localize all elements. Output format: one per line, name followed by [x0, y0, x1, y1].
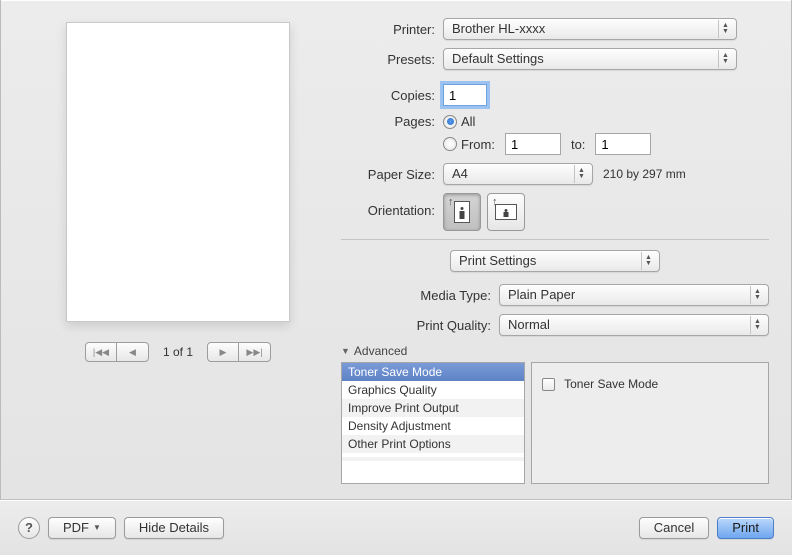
- advanced-list-item[interactable]: Toner Save Mode: [342, 363, 524, 381]
- updown-icon: ▲▼: [574, 165, 588, 183]
- advanced-list-item[interactable]: Other Print Options: [342, 435, 524, 453]
- pages-from-input[interactable]: [505, 133, 561, 155]
- form-column: Printer: Brother HL-xxxx ▲▼ Presets: Def…: [333, 18, 769, 470]
- tonersave-checkbox[interactable]: [542, 378, 555, 391]
- pager-last-button[interactable]: ▶▶|: [239, 342, 271, 362]
- advanced-list-item[interactable]: Improve Print Output: [342, 399, 524, 417]
- pager: |◀◀ ◀ 1 of 1 ▶ ▶▶|: [85, 342, 271, 362]
- presets-select[interactable]: Default Settings ▲▼: [443, 48, 737, 70]
- pages-from-label: From:: [461, 137, 495, 152]
- pager-prev-button[interactable]: ◀: [117, 342, 149, 362]
- updown-icon: ▲▼: [718, 50, 732, 68]
- pdf-menu-button[interactable]: PDF ▼: [48, 517, 116, 539]
- disclosure-triangle-icon: ▼: [341, 346, 350, 356]
- pdf-label: PDF: [63, 520, 89, 535]
- pager-back-group: |◀◀ ◀: [85, 342, 149, 362]
- help-button[interactable]: ?: [18, 517, 40, 539]
- copies-label: Copies:: [341, 88, 435, 103]
- divider: [341, 239, 769, 240]
- paper-dims: 210 by 297 mm: [603, 167, 686, 181]
- advanced-list-item[interactable]: Graphics Quality: [342, 381, 524, 399]
- pager-first-button[interactable]: |◀◀: [85, 342, 117, 362]
- advanced-list-item: [342, 461, 524, 465]
- page-preview: [66, 22, 290, 322]
- updown-icon: ▲▼: [641, 252, 655, 270]
- pages-all-label: All: [461, 114, 475, 129]
- pages-all-radio[interactable]: [443, 115, 457, 129]
- print-dialog: |◀◀ ◀ 1 of 1 ▶ ▶▶| Printer: Brother HL-x…: [0, 0, 792, 555]
- mediatype-value: Plain Paper: [508, 287, 575, 302]
- updown-icon: ▲▼: [750, 316, 764, 334]
- pages-to-input[interactable]: [595, 133, 651, 155]
- orientation-landscape-button[interactable]: ↑: [487, 193, 525, 231]
- cancel-button[interactable]: Cancel: [639, 517, 709, 539]
- orientation-portrait-button[interactable]: ↑: [443, 193, 481, 231]
- pager-fwd-group: ▶ ▶▶|: [207, 342, 271, 362]
- print-button[interactable]: Print: [717, 517, 774, 539]
- copies-input[interactable]: [443, 84, 487, 106]
- advanced-area: Toner Save Mode Graphics Quality Improve…: [341, 362, 769, 484]
- printer-value: Brother HL-xxxx: [452, 21, 545, 36]
- tonersave-checkbox-label: Toner Save Mode: [564, 377, 658, 391]
- up-arrow-icon: ↑: [448, 196, 454, 208]
- section-select[interactable]: Print Settings ▲▼: [450, 250, 660, 272]
- section-value: Print Settings: [459, 253, 536, 268]
- printer-select[interactable]: Brother HL-xxxx ▲▼: [443, 18, 737, 40]
- presets-label: Presets:: [341, 52, 435, 67]
- print-label: Print: [732, 520, 759, 535]
- printquality-value: Normal: [508, 317, 550, 332]
- advanced-list-item[interactable]: Density Adjustment: [342, 417, 524, 435]
- pages-label: Pages:: [341, 114, 435, 129]
- landscape-icon: [495, 204, 517, 220]
- pager-label: 1 of 1: [163, 345, 193, 359]
- papersize-select[interactable]: A4 ▲▼: [443, 163, 593, 185]
- mediatype-label: Media Type:: [420, 288, 491, 303]
- preview-column: |◀◀ ◀ 1 of 1 ▶ ▶▶|: [23, 18, 333, 470]
- papersize-label: Paper Size:: [341, 167, 435, 182]
- main-area: |◀◀ ◀ 1 of 1 ▶ ▶▶| Printer: Brother HL-x…: [1, 0, 791, 480]
- orientation-label: Orientation:: [341, 193, 435, 218]
- presets-value: Default Settings: [452, 51, 544, 66]
- advanced-label: Advanced: [354, 344, 407, 358]
- hide-details-button[interactable]: Hide Details: [124, 517, 224, 539]
- printquality-label: Print Quality:: [417, 318, 491, 333]
- hide-details-label: Hide Details: [139, 520, 209, 535]
- advanced-disclosure[interactable]: ▼ Advanced: [341, 344, 769, 358]
- updown-icon: ▲▼: [718, 20, 732, 38]
- footer: ? PDF ▼ Hide Details Cancel Print: [0, 499, 792, 555]
- chevron-down-icon: ▼: [93, 523, 101, 532]
- tonersave-checkbox-row[interactable]: Toner Save Mode: [542, 377, 658, 391]
- pages-to-label: to:: [571, 137, 585, 152]
- updown-icon: ▲▼: [750, 286, 764, 304]
- pager-next-button[interactable]: ▶: [207, 342, 239, 362]
- advanced-list[interactable]: Toner Save Mode Graphics Quality Improve…: [341, 362, 525, 484]
- printer-label: Printer:: [341, 22, 435, 37]
- advanced-panel: Toner Save Mode: [531, 362, 769, 484]
- pages-from-radio[interactable]: [443, 137, 457, 151]
- printquality-select[interactable]: Normal ▲▼: [499, 314, 769, 336]
- cancel-label: Cancel: [654, 520, 694, 535]
- papersize-value: A4: [452, 166, 468, 181]
- mediatype-select[interactable]: Plain Paper ▲▼: [499, 284, 769, 306]
- portrait-icon: [454, 201, 470, 223]
